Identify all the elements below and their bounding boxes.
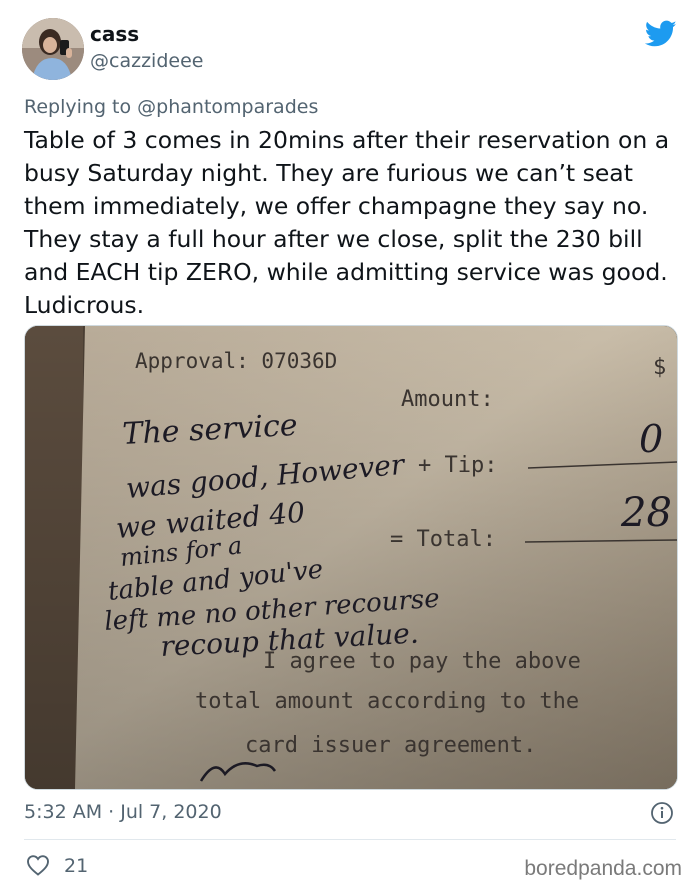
tweet-photo[interactable]: Approval: 07036D $ Amount: + Tip: = Tota…: [24, 325, 678, 790]
receipt-amount-label: Amount:: [401, 387, 494, 412]
author-handle[interactable]: @cazzideee: [90, 50, 203, 72]
handwritten-total-value: 28: [620, 490, 672, 536]
replying-mention-link[interactable]: @phantomparades: [137, 96, 318, 118]
tweet-card: cass @cazzideee Replying to @phantompara…: [0, 0, 700, 893]
receipt-agreement-line-2: total amount according to the: [195, 689, 579, 714]
info-icon[interactable]: [650, 801, 674, 825]
heart-icon[interactable]: [26, 854, 50, 876]
replying-prefix: Replying to: [24, 96, 132, 118]
divider: [24, 839, 676, 840]
avatar[interactable]: [22, 18, 84, 80]
receipt-total-label: = Total:: [390, 527, 496, 552]
tweet-text: Table of 3 comes in 20mins after their r…: [24, 126, 670, 319]
like-count: 21: [64, 855, 89, 877]
receipt-dollar-sign: $: [653, 355, 666, 380]
author-name[interactable]: cass: [90, 22, 139, 46]
tweet-timestamp[interactable]: 5:32 AM · Jul 7, 2020: [24, 801, 222, 823]
receipt-agreement-line-3: card issuer agreement.: [245, 733, 536, 758]
avatar-image: [22, 18, 84, 80]
receipt-photo: Approval: 07036D $ Amount: + Tip: = Tota…: [25, 326, 677, 789]
boredpanda-watermark: boredpanda.com: [524, 857, 682, 880]
receipt-tip-label: + Tip:: [418, 453, 497, 478]
replying-to: Replying to @phantomparades: [24, 96, 318, 118]
handwritten-tip-value: 0: [639, 417, 663, 461]
receipt-approval: Approval: 07036D: [135, 349, 337, 373]
twitter-bird-icon[interactable]: [645, 20, 677, 48]
